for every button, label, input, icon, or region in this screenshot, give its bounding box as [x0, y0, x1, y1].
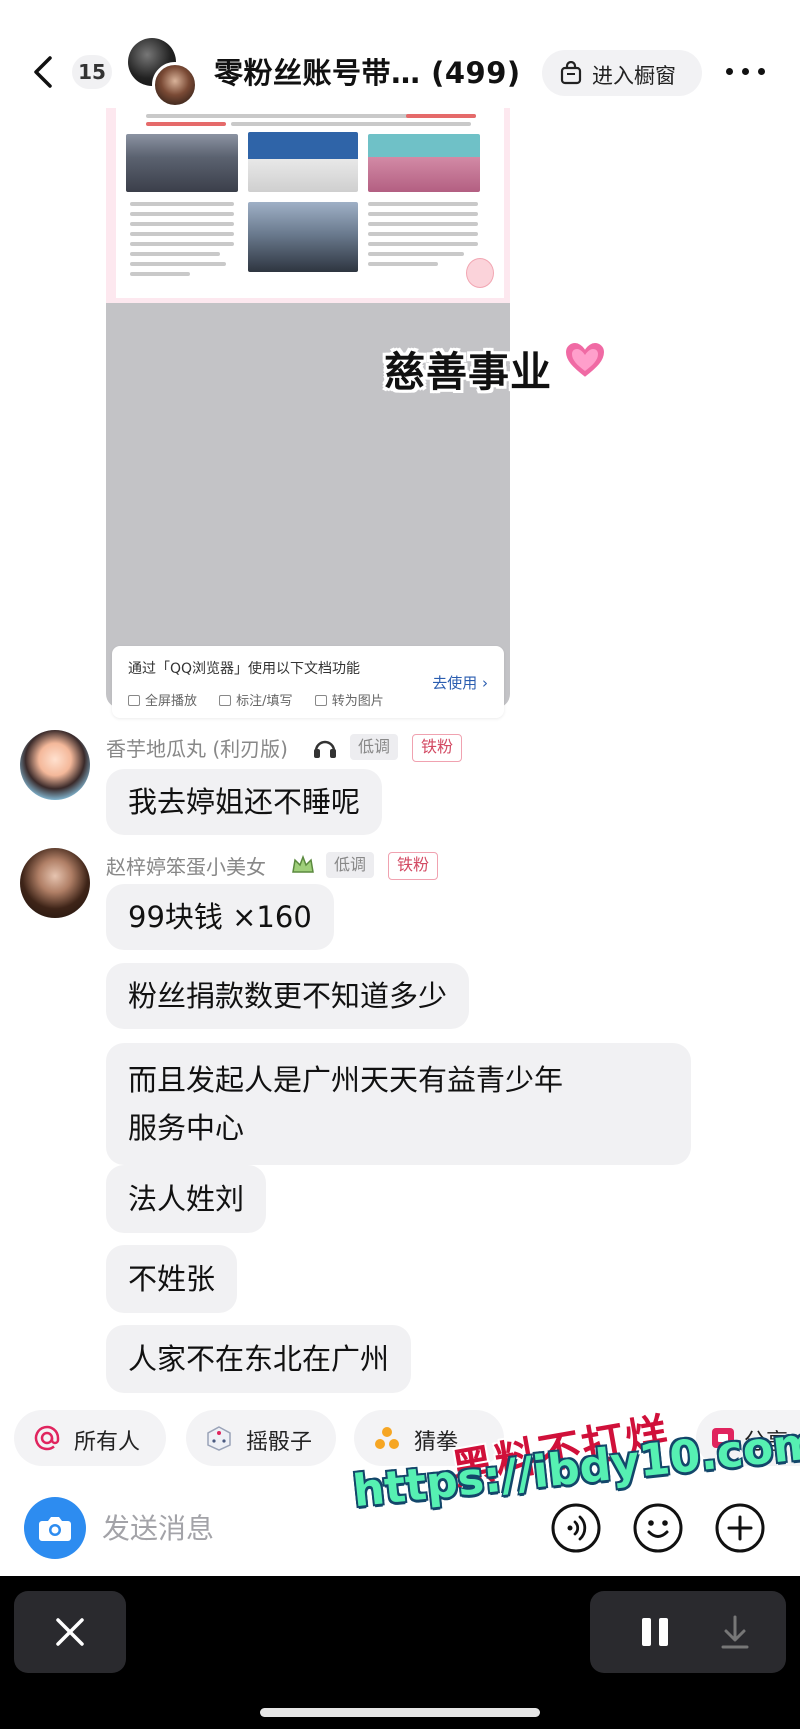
sender-name[interactable]: 香芋地瓜丸 (利刃版): [106, 733, 288, 762]
message-bubble[interactable]: 99块钱 ×160: [106, 884, 334, 950]
feature-list: 全屏播放 标注/填写 转为图片: [128, 690, 402, 709]
feature-annotate[interactable]: 标注/填写: [219, 690, 293, 709]
document-photo: [368, 134, 480, 192]
document-text-line: [368, 242, 478, 246]
emoji-icon: [633, 1503, 683, 1553]
message-bubble[interactable]: 不姓张: [106, 1245, 238, 1313]
document-text-line: [130, 212, 234, 216]
shared-document-image[interactable]: [106, 108, 510, 708]
document-text-line: [130, 262, 226, 266]
lowkey-tag: 低调: [350, 734, 399, 760]
document-text-line: [231, 122, 471, 126]
go-use-link[interactable]: 去使用 ›: [432, 672, 488, 693]
playback-controls: [590, 1591, 786, 1673]
message-input[interactable]: [100, 1502, 524, 1554]
document-text-line: [146, 122, 226, 126]
fullscreen-icon: [128, 695, 140, 706]
document-text-line: [130, 232, 234, 236]
voice-button[interactable]: [550, 1502, 602, 1554]
document-text-line: [406, 114, 476, 118]
iron-fan-tag: 铁粉: [388, 852, 439, 880]
more-dots-icon: [758, 68, 765, 75]
unread-count-badge[interactable]: 15: [72, 55, 112, 89]
document-text-line: [130, 222, 234, 226]
home-indicator[interactable]: [260, 1708, 540, 1717]
document-text-line: [130, 202, 234, 206]
qq-browser-prompt-card[interactable]: 通过「QQ浏览器」使用以下文档功能 去使用 › 全屏播放 标注/填写 转为图片: [112, 646, 504, 718]
document-photo: [248, 202, 358, 272]
dice-icon: [207, 1426, 231, 1451]
document-text-line: [368, 232, 478, 236]
download-button[interactable]: [700, 1591, 770, 1673]
cartoon-sticker: [466, 258, 494, 288]
feature-to-image[interactable]: 转为图片: [314, 690, 384, 709]
shopping-bag-icon: [560, 61, 582, 85]
chevron-left-icon: [34, 56, 52, 88]
group-title[interactable]: 零粉丝账号带… (499): [214, 50, 521, 92]
document-page: [116, 108, 504, 298]
message-line: 服务中心: [128, 1111, 245, 1145]
plus-icon: [715, 1503, 765, 1553]
pause-icon: [642, 1618, 668, 1646]
close-button[interactable]: [14, 1591, 126, 1673]
edit-icon: [219, 695, 232, 706]
more-dots-icon: [726, 68, 733, 75]
more-dots-icon: [742, 68, 749, 75]
document-text-line: [368, 252, 464, 256]
image-icon: [314, 695, 327, 706]
download-icon: [721, 1615, 749, 1649]
chip-label: 所有人: [74, 1430, 141, 1455]
pink-heart-icon: [563, 340, 607, 380]
charity-sticker-text: 慈善事业: [384, 348, 552, 396]
message-bubble[interactable]: 人家不在东北在广州: [106, 1325, 412, 1393]
crown-emoji-icon: [292, 854, 314, 873]
sender-name[interactable]: 赵梓婷笨蛋小美女: [106, 851, 266, 880]
back-button[interactable]: [28, 52, 58, 92]
document-text-line: [368, 222, 478, 226]
document-text-line: [368, 212, 478, 216]
chat-header: 15 零粉丝账号带… (499) 进入橱窗: [0, 0, 800, 115]
lowkey-tag: 低调: [326, 852, 375, 878]
camera-icon: [39, 1517, 71, 1541]
rock-paper-scissors-icon: [375, 1427, 399, 1449]
document-text-line: [130, 252, 220, 256]
more-input-button[interactable]: [714, 1502, 766, 1554]
qq-browser-prompt-title: 通过「QQ浏览器」使用以下文档功能: [128, 661, 361, 677]
message-bubble-multiline[interactable]: 而且发起人是广州天天有益青少年 服务中心: [106, 1043, 691, 1165]
group-avatar[interactable]: [128, 38, 198, 108]
document-text-line: [130, 242, 234, 246]
document-photo: [248, 132, 358, 192]
document-text-line: [368, 262, 438, 266]
member-avatar: [152, 62, 198, 108]
sender-avatar[interactable]: [20, 848, 90, 918]
document-photo: [126, 134, 238, 192]
message-bubble[interactable]: 我去婷姐还不睡呢: [106, 769, 383, 835]
feature-fullscreen[interactable]: 全屏播放: [128, 690, 197, 709]
chip-label: 摇骰子: [246, 1430, 313, 1455]
camera-button[interactable]: [24, 1497, 86, 1559]
mention-all-chip[interactable]: 所有人: [14, 1410, 166, 1466]
roll-dice-chip[interactable]: 摇骰子: [186, 1410, 336, 1466]
headphones-emoji-icon: [314, 740, 336, 758]
pause-button[interactable]: [620, 1591, 690, 1673]
document-preview: [106, 108, 510, 303]
sender-avatar[interactable]: [20, 730, 90, 800]
media-player-bar: [0, 1576, 800, 1729]
enter-shop-label: 进入橱窗: [592, 64, 676, 88]
document-text-line: [130, 272, 190, 276]
document-text-line: [368, 202, 478, 206]
emoji-button[interactable]: [632, 1502, 684, 1554]
iron-fan-tag: 铁粉: [412, 734, 463, 762]
more-options-button[interactable]: [722, 55, 772, 85]
enter-shop-button[interactable]: 进入橱窗: [542, 50, 702, 96]
message-line: 而且发起人是广州天天有益青少年: [128, 1063, 564, 1097]
close-icon: [56, 1618, 84, 1646]
at-icon: [34, 1425, 60, 1451]
message-bubble[interactable]: 法人姓刘: [106, 1165, 267, 1233]
voice-icon: [551, 1503, 601, 1553]
message-bubble[interactable]: 粉丝捐款数更不知道多少: [106, 963, 470, 1029]
